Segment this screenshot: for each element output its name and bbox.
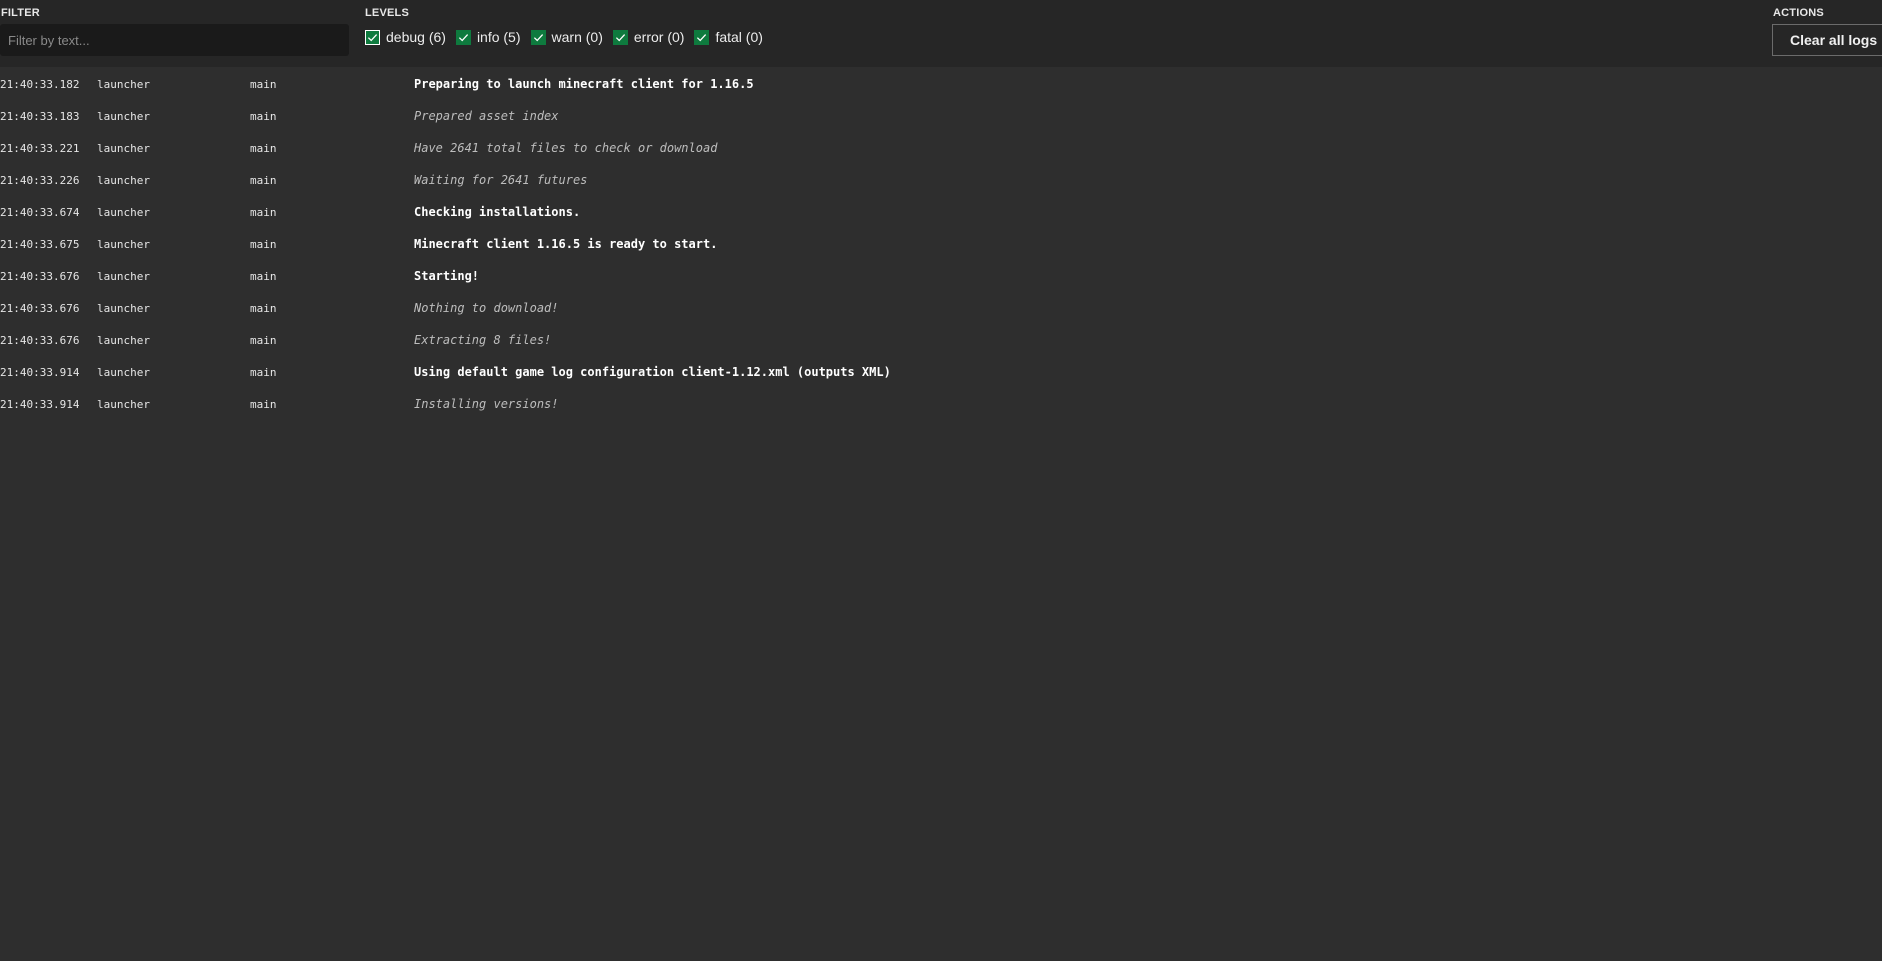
log-time: 21:40:33.914 (0, 366, 80, 379)
log-time: 21:40:33.226 (0, 174, 80, 187)
log-list: 21:40:33.182 launcher main Preparing to lau… (0, 70, 1882, 422)
level-toggle-error[interactable]: error (0) (612, 29, 685, 45)
log-source: launcher (97, 174, 150, 187)
level-toggle-warn[interactable]: warn (0) (530, 29, 603, 45)
log-row: 21:40:33.676 launcher main Starting! (0, 262, 1882, 294)
log-row: 21:40:33.676 launcher main Nothing to downl… (0, 294, 1882, 326)
log-thread: main (250, 302, 277, 315)
level-label-warn: warn (0) (551, 29, 603, 45)
level-label-info: info (5) (476, 29, 521, 45)
log-source: launcher (97, 398, 150, 411)
checkbox-debug[interactable] (365, 29, 380, 45)
log-time: 21:40:33.676 (0, 302, 80, 315)
log-source: launcher (97, 334, 150, 347)
log-thread: main (250, 110, 277, 123)
level-toggle-info[interactable]: info (5) (455, 29, 521, 45)
log-message: Prepared asset index (414, 109, 559, 123)
level-label-debug: debug (6) (386, 29, 446, 45)
checkbox-warn[interactable] (530, 29, 546, 45)
log-row: 21:40:33.183 launcher main Prepared asset i… (0, 102, 1882, 134)
log-row: 21:40:33.226 launcher main Waiting for 2641… (0, 166, 1882, 198)
check-icon (367, 33, 378, 41)
log-row: 21:40:33.674 launcher main Checking install… (0, 198, 1882, 230)
log-source: launcher (97, 366, 150, 379)
check-icon (697, 33, 707, 41)
level-toggle-debug[interactable]: debug (6) (365, 29, 446, 45)
log-thread: main (250, 238, 277, 251)
log-time: 21:40:33.676 (0, 270, 80, 283)
log-message: Installing versions! (414, 397, 559, 411)
log-row: 21:40:33.221 launcher main Have 2641 total … (0, 134, 1882, 166)
toolbar: FILTER LEVELS debug (6) info (5) warn (0… (0, 0, 1882, 67)
log-time: 21:40:33.675 (0, 238, 80, 251)
log-time: 21:40:33.674 (0, 206, 80, 219)
checkbox-fatal[interactable] (694, 29, 710, 45)
log-time: 21:40:33.221 (0, 142, 80, 155)
filter-input[interactable] (0, 24, 349, 56)
level-toggle-fatal[interactable]: fatal (0) (694, 29, 763, 45)
log-thread: main (250, 270, 277, 283)
log-row: 21:40:33.914 launcher main Installing versi… (0, 390, 1882, 422)
log-row: 21:40:33.676 launcher main Extracting 8 fil… (0, 326, 1882, 358)
log-thread: main (250, 366, 277, 379)
levels-label: LEVELS (365, 7, 409, 19)
level-label-fatal: fatal (0) (715, 29, 763, 45)
log-time: 21:40:33.914 (0, 398, 80, 411)
log-message: Waiting for 2641 futures (414, 173, 588, 187)
filter-label: FILTER (1, 7, 40, 19)
log-row: 21:40:33.675 launcher main Minecraft client… (0, 230, 1882, 262)
log-source: launcher (97, 142, 150, 155)
log-thread: main (250, 174, 277, 187)
level-label-error: error (0) (633, 29, 685, 45)
level-filters: debug (6) info (5) warn (0) error (0) fa… (365, 29, 773, 45)
log-source: launcher (97, 270, 150, 283)
log-source: launcher (97, 302, 150, 315)
log-time: 21:40:33.676 (0, 334, 80, 347)
log-thread: main (250, 398, 277, 411)
log-message: Preparing to launch minecraft client for… (414, 77, 754, 91)
log-time: 21:40:33.182 (0, 78, 80, 91)
actions-label: ACTIONS (1773, 7, 1824, 19)
log-message: Minecraft client 1.16.5 is ready to star… (414, 237, 718, 251)
check-icon (533, 33, 543, 41)
log-thread: main (250, 142, 277, 155)
log-time: 21:40:33.183 (0, 110, 80, 123)
checkbox-info[interactable] (455, 29, 471, 45)
log-row: 21:40:33.914 launcher main Using default ga… (0, 358, 1882, 390)
check-icon (458, 33, 469, 41)
log-thread: main (250, 334, 277, 347)
log-source: launcher (97, 78, 150, 91)
check-icon (615, 33, 625, 41)
log-source: launcher (97, 238, 150, 251)
log-message: Extracting 8 files! (414, 333, 552, 347)
clear-all-logs-button[interactable]: Clear all logs (1772, 24, 1882, 56)
log-source: launcher (97, 110, 150, 123)
log-row: 21:40:33.182 launcher main Preparing to lau… (0, 70, 1882, 102)
log-thread: main (250, 78, 277, 91)
log-thread: main (250, 206, 277, 219)
log-message: Have 2641 total files to check or downlo… (414, 141, 718, 155)
log-message: Checking installations. (414, 205, 581, 219)
log-message: Starting! (414, 269, 480, 283)
log-message: Nothing to download! (414, 301, 559, 315)
log-message: Using default game log configuration cli… (414, 365, 891, 379)
log-source: launcher (97, 206, 150, 219)
checkbox-error[interactable] (612, 29, 628, 45)
